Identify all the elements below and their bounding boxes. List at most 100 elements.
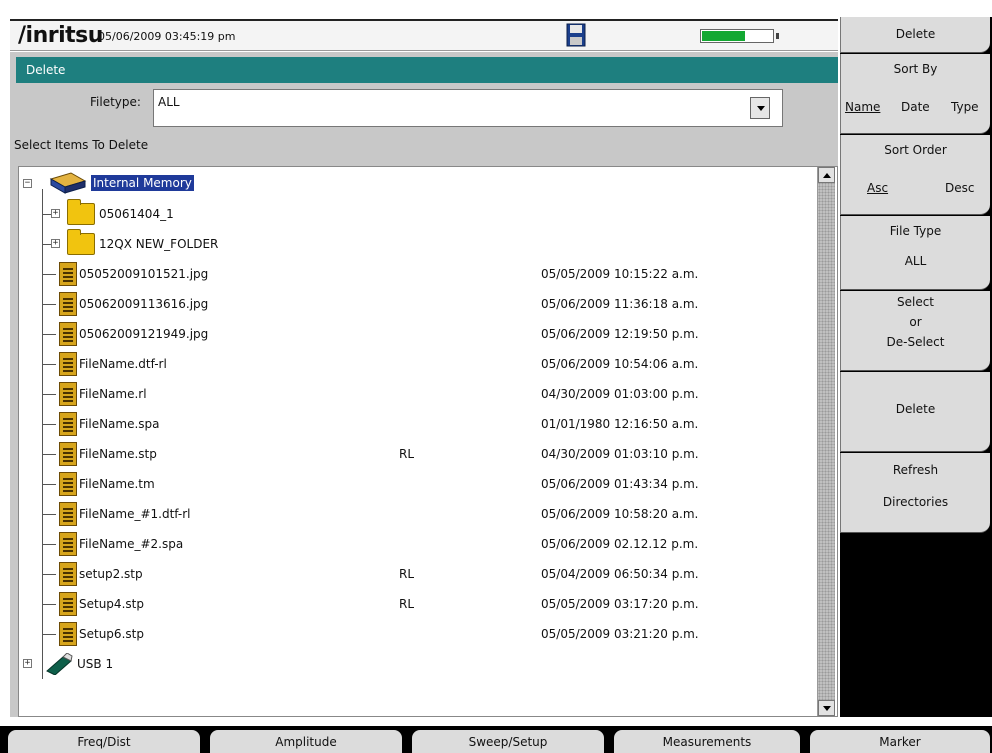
file-tree: − Internal Memory + 05061404_1 + 12QX NE… — [18, 166, 838, 717]
memory-drive-icon — [49, 172, 87, 194]
tree-guide-line — [42, 274, 56, 275]
sort-order-desc[interactable]: Desc — [945, 181, 974, 195]
tree-guide-line — [42, 574, 56, 575]
bottom-tab-bar: Freq/Dist Amplitude Sweep/Setup Measurem… — [0, 726, 992, 753]
softkey-select-deselect[interactable]: Select or De-Select — [840, 291, 990, 371]
file-row[interactable]: FileName.stp RL 04/30/2009 01:03:10 p.m. — [19, 439, 809, 469]
tree-folder[interactable]: + 12QX NEW_FOLDER — [19, 229, 809, 259]
file-row[interactable]: FileName.spa 01/01/1980 12:16:50 a.m. — [19, 409, 809, 439]
file-icon — [59, 502, 77, 526]
folder-name: 05061404_1 — [99, 207, 174, 221]
file-icon — [59, 262, 77, 286]
tab-marker[interactable]: Marker — [810, 730, 990, 753]
file-row[interactable]: 05062009121949.jpg 05/06/2009 12:19:50 p… — [19, 319, 809, 349]
file-date: 05/06/2009 11:36:18 a.m. — [541, 297, 699, 311]
instrument-screen: /inritsu 05/06/2009 03:45:19 pm Delete F… — [0, 0, 992, 753]
directories-label: Directories — [882, 495, 949, 509]
sort-by-type[interactable]: Type — [951, 100, 979, 114]
battery-level — [702, 31, 746, 41]
brand-logo: /inritsu — [18, 23, 103, 48]
softkey-file-type[interactable]: File Type ALL — [840, 216, 990, 290]
floppy-disk-icon — [566, 23, 586, 47]
tab-amplitude[interactable]: Amplitude — [210, 730, 402, 753]
scroll-up-arrow-icon[interactable] — [818, 167, 835, 183]
tab-freq-dist[interactable]: Freq/Dist — [8, 730, 200, 753]
file-date: 05/04/2009 06:50:34 p.m. — [541, 567, 699, 581]
softkey-menu-title-label: Delete — [895, 27, 936, 41]
file-row[interactable]: 05052009101521.jpg 05/05/2009 10:15:22 a… — [19, 259, 809, 289]
file-name: FileName_#2.spa — [79, 537, 184, 551]
file-date: 05/05/2009 10:15:22 a.m. — [541, 267, 699, 281]
softkey-sort-by[interactable]: Sort By Name Date Type — [840, 54, 990, 134]
select-label: Select — [896, 295, 935, 309]
select-items-prompt: Select Items To Delete — [14, 138, 149, 152]
filetype-label: Filetype: — [90, 95, 141, 109]
file-date: 04/30/2009 01:03:10 p.m. — [541, 447, 699, 461]
file-icon — [59, 472, 77, 496]
softkey-sort-order[interactable]: Sort Order Asc Desc — [840, 135, 990, 215]
file-date: 01/01/1980 12:16:50 a.m. — [541, 417, 699, 431]
page-title: Delete — [26, 63, 66, 77]
file-name: Setup6.stp — [79, 627, 144, 641]
file-row[interactable]: FileName.tm 05/06/2009 01:43:34 p.m. — [19, 469, 809, 499]
main-panel: Delete Filetype: ALL Select Items To Del… — [10, 52, 838, 717]
file-type-label: File Type — [889, 224, 942, 238]
tab-measurements[interactable]: Measurements — [614, 730, 800, 753]
file-row[interactable]: 05062009113616.jpg 05/06/2009 11:36:18 a… — [19, 289, 809, 319]
filetype-dropdown-button[interactable] — [750, 97, 770, 119]
battery-tip — [776, 33, 779, 39]
tree-root-internal-memory[interactable]: − Internal Memory — [19, 169, 809, 199]
sort-order-label: Sort Order — [884, 143, 947, 157]
collapse-icon[interactable]: − — [23, 179, 32, 188]
file-icon — [59, 592, 77, 616]
tree-folder[interactable]: + 05061404_1 — [19, 199, 809, 229]
page-title-bar: Delete — [16, 57, 838, 83]
file-date: 05/05/2009 03:21:20 p.m. — [541, 627, 699, 641]
tree-guide-line — [42, 364, 56, 365]
softkey-menu-title: Delete — [840, 17, 990, 53]
battery-indicator — [700, 29, 774, 43]
file-row[interactable]: FileName_#2.spa 05/06/2009 02.12.12 p.m. — [19, 529, 809, 559]
tree-guide-line — [42, 634, 56, 635]
expand-icon[interactable]: + — [51, 239, 60, 248]
file-name: FileName_#1.dtf-rl — [79, 507, 191, 521]
status-datetime: 05/06/2009 03:45:19 pm — [98, 30, 236, 43]
file-row[interactable]: FileName_#1.dtf-rl 05/06/2009 10:58:20 a… — [19, 499, 809, 529]
file-row[interactable]: FileName.dtf-rl 05/06/2009 10:54:06 a.m. — [19, 349, 809, 379]
file-row[interactable]: Setup6.stp 05/05/2009 03:21:20 p.m. — [19, 619, 809, 649]
file-date: 04/30/2009 01:03:00 p.m. — [541, 387, 699, 401]
tree-guide-line — [42, 514, 56, 515]
tree-guide-line — [42, 334, 56, 335]
file-icon — [59, 532, 77, 556]
file-row[interactable]: Setup4.stp RL 05/05/2009 03:17:20 p.m. — [19, 589, 809, 619]
sort-order-asc[interactable]: Asc — [867, 181, 888, 195]
sort-by-label: Sort By — [893, 62, 938, 76]
file-date: 05/06/2009 10:58:20 a.m. — [541, 507, 699, 521]
file-name: setup2.stp — [79, 567, 143, 581]
refresh-label: Refresh — [892, 463, 939, 477]
file-row[interactable]: setup2.stp RL 05/04/2009 06:50:34 p.m. — [19, 559, 809, 589]
vertical-scrollbar[interactable] — [817, 167, 835, 716]
file-row[interactable]: FileName.rl 04/30/2009 01:03:00 p.m. — [19, 379, 809, 409]
expand-icon[interactable]: + — [23, 659, 32, 668]
file-date: 05/06/2009 01:43:34 p.m. — [541, 477, 699, 491]
softkey-refresh-directories[interactable]: Refresh Directories — [840, 453, 990, 533]
folder-icon — [67, 229, 95, 255]
expand-icon[interactable]: + — [51, 209, 60, 218]
file-date: 05/06/2009 10:54:06 a.m. — [541, 357, 699, 371]
filetype-value: ALL — [158, 95, 180, 109]
file-name: FileName.spa — [79, 417, 160, 431]
file-icon — [59, 322, 77, 346]
status-bar: /inritsu 05/06/2009 03:45:19 pm — [10, 19, 838, 51]
softkey-delete[interactable]: Delete — [840, 372, 990, 452]
sort-by-name[interactable]: Name — [845, 100, 880, 114]
tree-guide-line — [42, 604, 56, 605]
filetype-select[interactable]: ALL — [153, 89, 783, 127]
scroll-down-arrow-icon[interactable] — [818, 700, 835, 716]
sort-by-date[interactable]: Date — [901, 100, 930, 114]
select-or-label: or — [909, 315, 922, 329]
tree-root-usb[interactable]: + USB 1 — [19, 649, 809, 679]
tab-sweep-setup[interactable]: Sweep/Setup — [412, 730, 604, 753]
file-icon — [59, 292, 77, 316]
softkey-panel: Delete Sort By Name Date Type Sort Order… — [840, 17, 992, 717]
